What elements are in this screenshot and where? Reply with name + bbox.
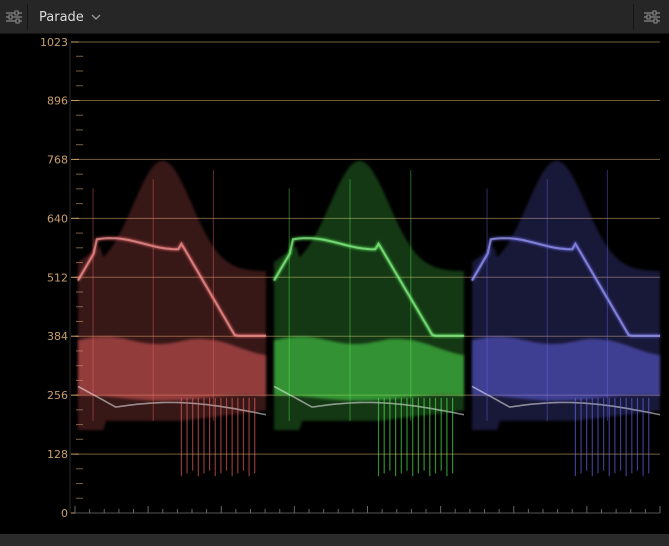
parade-scope: 0 128 256 384 512 640 768 896 1023 (0, 34, 669, 534)
parade-scope-chart: 0 128 256 384 512 640 768 896 1023 (40, 36, 661, 520)
chevron-down-icon (91, 14, 101, 20)
sliders-icon (5, 10, 22, 24)
y-tick-label: 0 (61, 507, 68, 520)
scope-settings-button[interactable] (633, 4, 669, 30)
scope-traces (76, 160, 661, 477)
blue-channel-trace (470, 160, 661, 477)
scope-options-left-button[interactable] (0, 4, 28, 30)
y-tick-label: 896 (47, 94, 68, 107)
green-channel-trace (272, 160, 465, 477)
scope-bottom-ruler (74, 506, 661, 514)
scope-type-label: Parade (39, 9, 84, 25)
scope-footer-bar (0, 534, 669, 546)
scope-header: Parade (0, 0, 669, 34)
sliders-icon (643, 10, 660, 24)
y-tick-label: 256 (47, 389, 68, 402)
y-tick-label: 384 (47, 330, 68, 343)
y-tick-label: 512 (47, 271, 68, 284)
y-tick-label: 1023 (40, 36, 68, 49)
scope-type-dropdown[interactable]: Parade (30, 4, 101, 30)
y-tick-label: 768 (47, 153, 68, 166)
y-tick-label: 128 (47, 448, 68, 461)
y-tick-label: 640 (47, 212, 68, 225)
scope-axis-labels: 0 128 256 384 512 640 768 896 1023 (40, 36, 68, 520)
red-channel-trace (76, 160, 267, 477)
